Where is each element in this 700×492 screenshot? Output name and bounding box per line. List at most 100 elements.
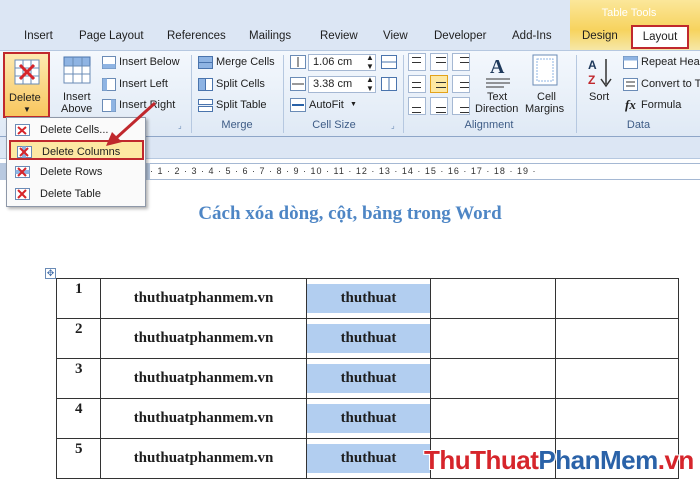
empty-cell[interactable]	[555, 398, 679, 439]
selected-column-cell[interactable]: thuthuat	[306, 318, 431, 359]
split-table-button[interactable]: Split Table	[216, 99, 267, 111]
data-group-label: Data	[626, 119, 651, 131]
chevron-down-icon: ▼	[350, 101, 357, 108]
tab-developer[interactable]: Developer	[434, 30, 486, 42]
spinner-icon[interactable]: ▼	[366, 84, 374, 93]
align-cell-icon[interactable]	[408, 53, 426, 71]
empty-cell[interactable]	[555, 278, 679, 319]
formula-button[interactable]: Formula	[641, 99, 681, 111]
insert-above-button[interactable]: Insert	[63, 91, 91, 103]
align-cell-icon[interactable]	[430, 97, 448, 115]
delete-cells-icon	[15, 124, 30, 136]
text-direction-label-2: Direction	[475, 103, 519, 115]
table-move-handle-icon[interactable]: ✥	[45, 268, 56, 279]
align-cell-icon[interactable]	[430, 75, 448, 93]
align-cell-icon[interactable]	[430, 53, 448, 71]
autofit-icon	[290, 98, 306, 112]
selected-column-cell[interactable]: thuthuat	[306, 278, 431, 319]
insert-above-icon	[63, 56, 91, 84]
spinner-icon[interactable]: ▲	[366, 53, 374, 62]
menu-item-delete-rows[interactable]: Delete Rows	[9, 162, 144, 182]
empty-cell[interactable]	[555, 358, 679, 399]
row-number-cell[interactable]: 3	[56, 358, 101, 399]
dialog-launcher-icon[interactable]: ⌟	[391, 121, 395, 130]
cell-margins-icon	[532, 54, 558, 86]
empty-cell[interactable]	[555, 318, 679, 359]
table-row: 1 thuthuatphanmem.vn thuthuat	[56, 278, 679, 319]
merge-cells-button[interactable]: Merge Cells	[216, 56, 275, 68]
site-cell[interactable]: thuthuatphanmem.vn	[100, 398, 307, 439]
empty-cell[interactable]	[430, 278, 556, 319]
sort-button[interactable]: Sort	[589, 91, 609, 103]
tab-add-ins[interactable]: Add-Ins	[512, 30, 552, 42]
tab-mailings[interactable]: Mailings	[249, 30, 291, 42]
menu-item-delete-table[interactable]: Delete Table	[9, 184, 144, 204]
spinner-icon[interactable]: ▲	[366, 75, 374, 84]
selected-column-cell[interactable]: thuthuat	[306, 438, 431, 479]
svg-text:A: A	[588, 58, 597, 72]
delete-columns-icon	[17, 146, 32, 158]
merge-cells-icon	[198, 56, 213, 69]
selected-column-cell[interactable]: thuthuat	[306, 398, 431, 439]
align-cell-icon[interactable]	[452, 75, 470, 93]
tab-design[interactable]: Design	[582, 30, 618, 42]
text-direction-icon: A	[486, 56, 510, 88]
alignment-group-label: Alignment	[464, 119, 514, 131]
site-cell[interactable]: thuthuatphanmem.vn	[100, 438, 307, 479]
delete-label: Delete	[9, 92, 41, 104]
svg-text:Z: Z	[588, 73, 595, 87]
text-direction-button[interactable]: Text	[487, 91, 507, 103]
row-number-cell[interactable]: 4	[56, 398, 101, 439]
horizontal-ruler[interactable]: · 1 · 2 · 3 · 4 · 5 · 6 · 7 · 8 · 9 · 10…	[150, 163, 700, 180]
cell-size-group-label: Cell Size	[312, 119, 356, 131]
align-cell-icon[interactable]	[452, 53, 470, 71]
tab-insert[interactable]: Insert	[24, 30, 53, 42]
formula-icon: fx	[625, 97, 636, 112]
autofit-button[interactable]: AutoFit	[309, 99, 344, 111]
insert-left-button[interactable]: Insert Left	[119, 78, 168, 90]
cell-text: thuthuat	[307, 404, 430, 433]
tab-references[interactable]: References	[167, 30, 226, 42]
empty-cell[interactable]	[430, 358, 556, 399]
repeat-header-button[interactable]: Repeat Hea	[641, 56, 700, 68]
cell-margins-button[interactable]: Cell	[537, 91, 556, 103]
align-cell-icon[interactable]	[408, 97, 426, 115]
row-number-cell[interactable]: 5	[56, 438, 101, 479]
selected-column-cell[interactable]: thuthuat	[306, 358, 431, 399]
split-cells-button[interactable]: Split Cells	[216, 78, 265, 90]
tab-page-layout[interactable]: Page Layout	[79, 30, 144, 42]
align-cell-icon[interactable]	[408, 75, 426, 93]
split-table-icon	[198, 99, 213, 112]
delete-button[interactable]: Delete ▼	[3, 52, 50, 118]
insert-above-label-2: Above	[61, 103, 93, 115]
align-cell-icon[interactable]	[452, 97, 470, 115]
convert-to-text-button[interactable]: Convert to T	[641, 78, 700, 90]
insert-left-icon	[102, 78, 116, 91]
repeat-header-icon	[623, 56, 638, 69]
merge-group-label: Merge	[221, 119, 253, 131]
distribute-columns-icon[interactable]	[381, 77, 397, 91]
site-cell[interactable]: thuthuatphanmem.vn	[100, 278, 307, 319]
dialog-launcher-icon[interactable]: ⌟	[178, 121, 182, 130]
row-number-cell[interactable]: 1	[56, 278, 101, 319]
tab-view[interactable]: View	[383, 30, 408, 42]
cell-text: thuthuat	[307, 324, 430, 353]
cell-text: thuthuat	[307, 444, 430, 473]
sort-icon: A Z	[588, 58, 612, 88]
convert-to-text-icon	[623, 78, 638, 91]
row-height-icon	[290, 55, 306, 69]
spinner-icon[interactable]: ▼	[366, 62, 374, 71]
site-cell[interactable]: thuthuatphanmem.vn	[100, 358, 307, 399]
delete-rows-icon	[15, 166, 30, 178]
insert-below-button[interactable]: Insert Below	[119, 56, 180, 68]
site-cell[interactable]: thuthuatphanmem.vn	[100, 318, 307, 359]
table-row: 4 thuthuatphanmem.vn thuthuat	[56, 398, 679, 439]
empty-cell[interactable]	[430, 318, 556, 359]
distribute-rows-icon[interactable]	[381, 55, 397, 69]
table-tools-label: Table Tools	[601, 7, 657, 19]
row-number-cell[interactable]: 2	[56, 318, 101, 359]
tab-layout[interactable]: Layout	[631, 25, 689, 49]
empty-cell[interactable]	[430, 398, 556, 439]
tab-review[interactable]: Review	[320, 30, 358, 42]
cell-text: thuthuat	[307, 364, 430, 393]
